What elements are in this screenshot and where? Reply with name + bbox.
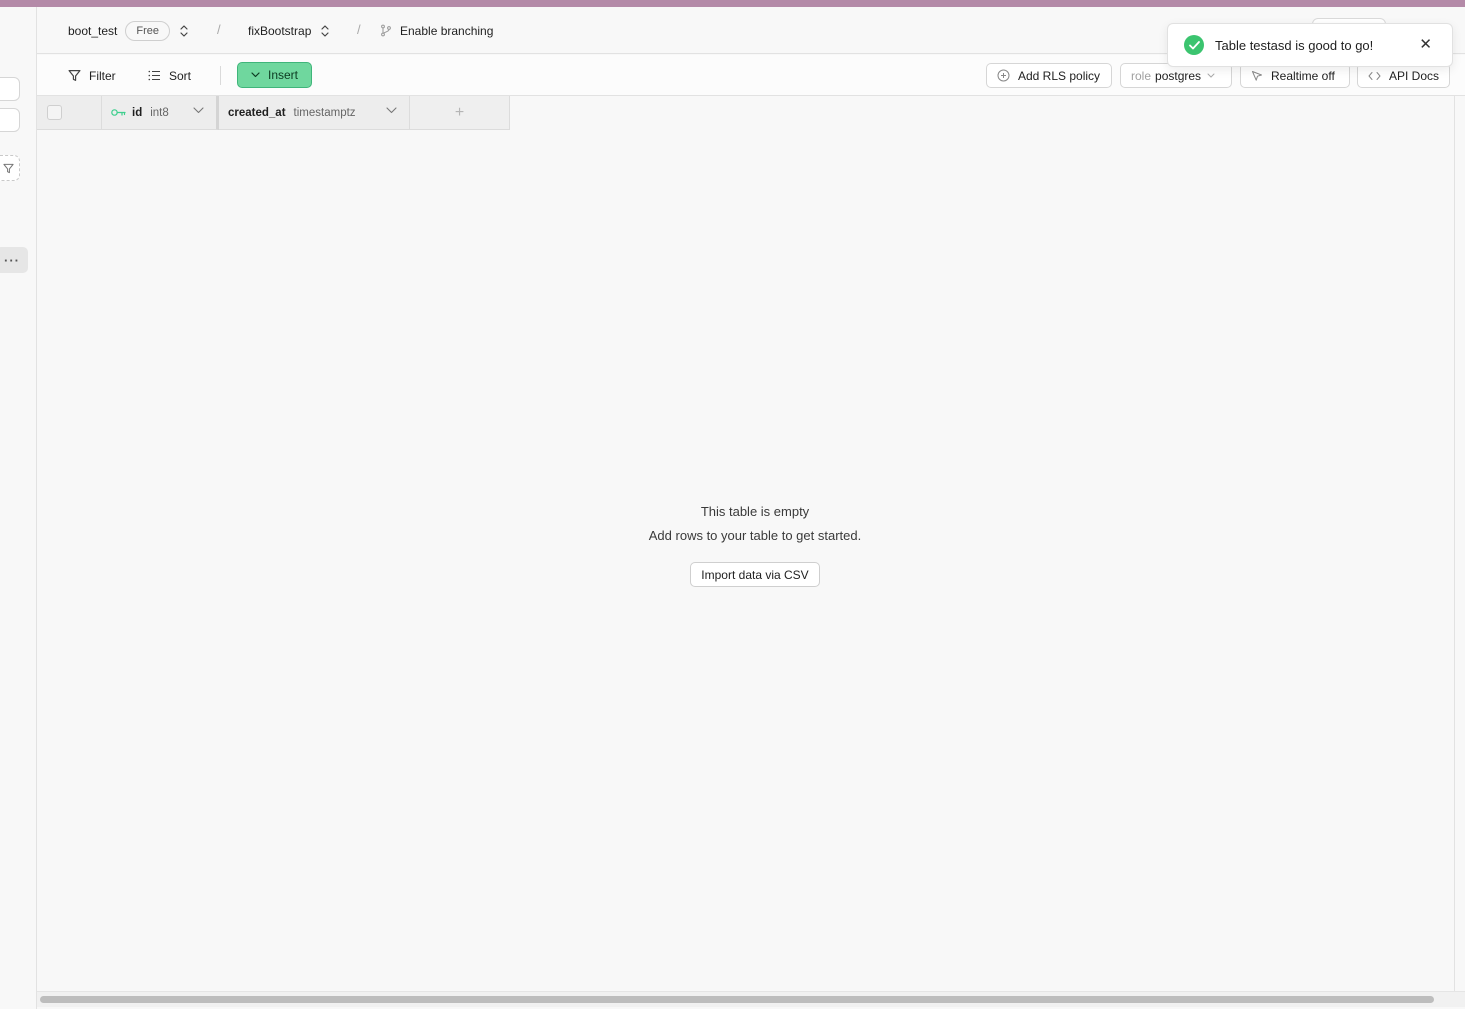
grid-header-row: id int8 created_at timestamptz +: [37, 96, 510, 130]
empty-state-title: This table is empty: [700, 504, 810, 519]
column-type: int8: [150, 106, 169, 119]
import-csv-button[interactable]: Import data via CSV: [690, 562, 820, 587]
select-all-checkbox[interactable]: [46, 105, 62, 120]
column-name: created_at: [228, 106, 286, 119]
chevron-up-down-icon[interactable]: [320, 24, 330, 38]
code-icon: [1368, 71, 1381, 80]
insert-button[interactable]: Insert: [237, 62, 312, 88]
filter-button[interactable]: Filter: [68, 55, 116, 96]
plus-circle-icon: [997, 69, 1010, 82]
column-header-created-at[interactable]: created_at timestamptz: [219, 96, 410, 130]
add-rls-policy-button[interactable]: Add RLS policy: [986, 63, 1112, 88]
breadcrumb-separator: /: [357, 22, 361, 37]
column-name: id: [132, 106, 143, 119]
api-docs-label: API Docs: [1389, 68, 1440, 83]
list-icon: [148, 70, 160, 81]
branch-name: fixBootstrap: [248, 23, 312, 38]
close-icon[interactable]: ✕: [1419, 37, 1432, 53]
sidebar-filter-button[interactable]: [0, 155, 20, 181]
filter-icon: [68, 70, 81, 81]
table-grid: id int8 created_at timestamptz + This ta…: [37, 96, 1455, 991]
toast-message: Table testasd is good to go!: [1215, 37, 1374, 53]
cursor-pointer-icon: [1252, 70, 1262, 81]
breadcrumb-project[interactable]: boot_test Free: [68, 7, 189, 54]
chevron-down-icon[interactable]: [386, 107, 397, 114]
toolbar-divider: [220, 66, 221, 85]
sort-label: Sort: [169, 68, 192, 83]
scrollbar-thumb[interactable]: [40, 996, 1434, 1003]
plus-icon: +: [454, 103, 465, 121]
select-all-cell: [37, 96, 102, 130]
success-toast: Table testasd is good to go! ✕: [1167, 23, 1453, 67]
realtime-label: Realtime off: [1271, 68, 1335, 83]
enable-branching-label: Enable branching: [400, 23, 494, 38]
breadcrumb-branch[interactable]: fixBootstrap: [248, 7, 330, 54]
project-name: boot_test: [68, 23, 118, 38]
chevron-up-down-icon[interactable]: [179, 24, 189, 38]
empty-state-subtitle: Add rows to your table to get started.: [648, 528, 862, 543]
add-rls-policy-label: Add RLS policy: [1018, 68, 1101, 83]
primary-key-icon: [111, 108, 126, 117]
insert-label: Insert: [267, 68, 298, 82]
add-column-button[interactable]: +: [410, 96, 510, 130]
filter-icon: [3, 163, 14, 173]
breadcrumb-separator: /: [217, 22, 221, 37]
git-branch-icon: [381, 24, 391, 37]
sort-button[interactable]: Sort: [148, 55, 191, 96]
chevron-down-icon: [251, 72, 260, 78]
enable-branching-link[interactable]: Enable branching: [380, 7, 493, 54]
column-header-id[interactable]: id int8: [102, 96, 219, 130]
chevron-down-icon: [1207, 73, 1215, 78]
role-value: postgres: [1155, 68, 1202, 83]
plan-badge: Free: [125, 20, 170, 41]
more-options-button[interactable]: ···: [0, 247, 28, 273]
filter-label: Filter: [89, 68, 116, 83]
window-top-strip: [0, 0, 1465, 7]
role-prefix: role: [1131, 68, 1152, 83]
check-circle-icon: [1184, 35, 1204, 55]
chevron-down-icon[interactable]: [193, 107, 204, 114]
more-icon: ···: [4, 252, 20, 268]
schema-selector[interactable]: [0, 77, 20, 101]
column-type: timestamptz: [293, 106, 356, 119]
sidebar-collapsed: ···: [0, 7, 37, 1009]
table-search-input[interactable]: [0, 108, 20, 132]
horizontal-scrollbar[interactable]: [37, 991, 1465, 1007]
